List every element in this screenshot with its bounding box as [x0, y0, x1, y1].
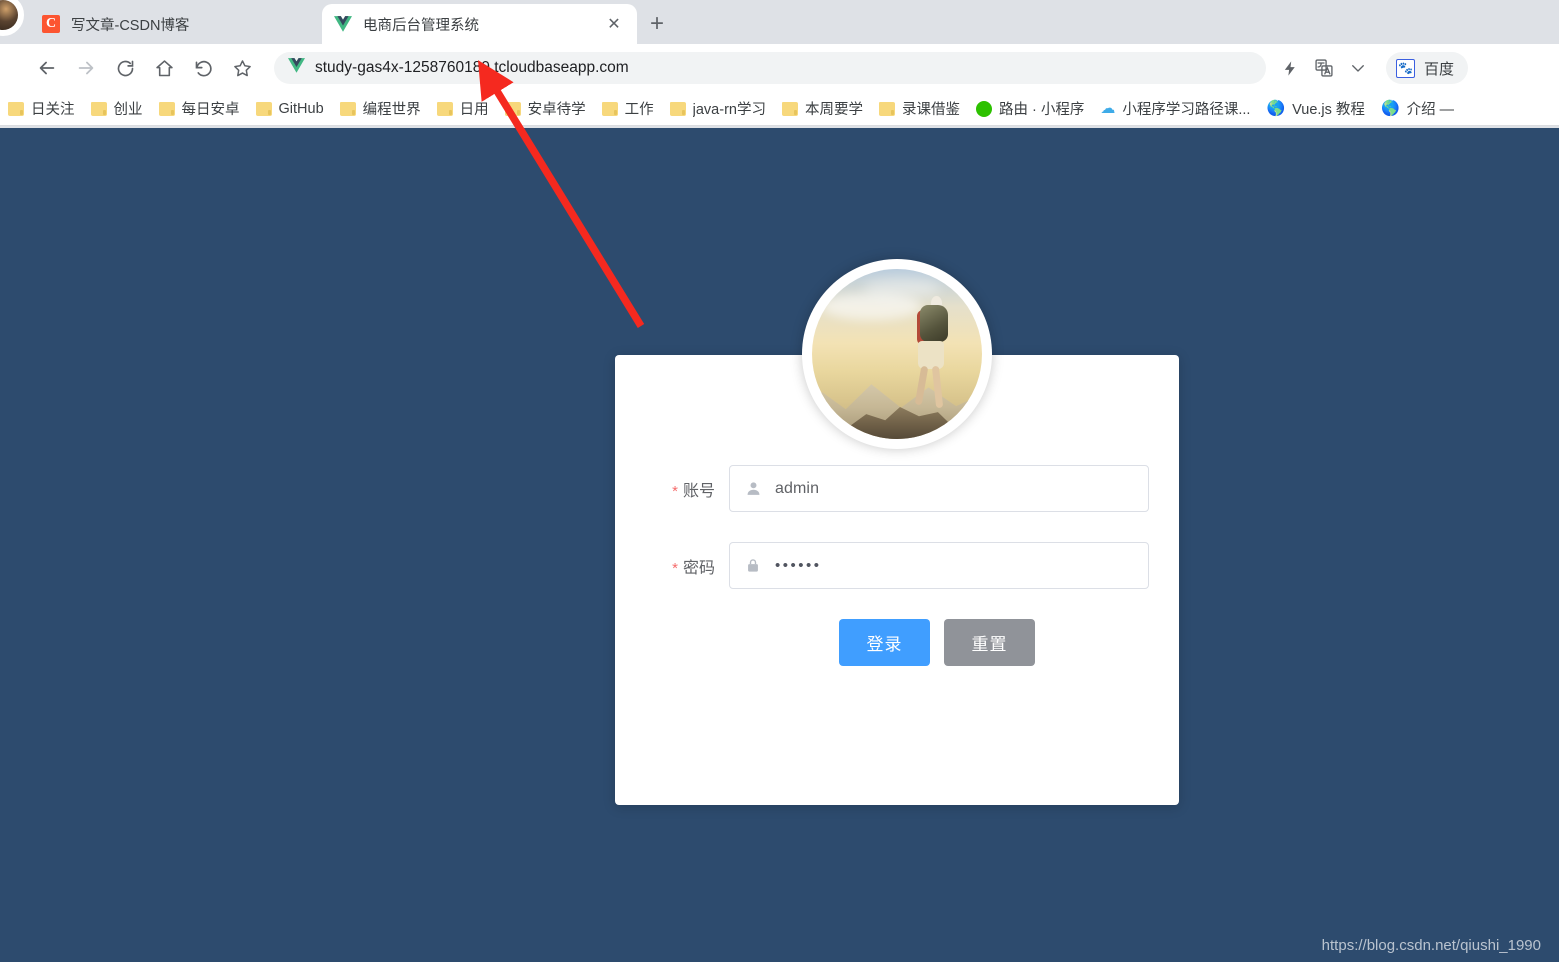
cloud-icon: ☁: [1100, 100, 1116, 117]
extension-label: 百度: [1424, 60, 1455, 78]
avatar: [802, 259, 992, 449]
close-icon[interactable]: ✕: [603, 13, 625, 35]
browser-toolbar: study-gas4x-1258760189.tcloudbaseapp.com: [0, 44, 1559, 92]
bookmark-label: 安卓待学: [527, 102, 586, 118]
bookmark-label: 介绍 —: [1406, 102, 1455, 118]
login-form: * 账号 admin * 密码 •••••• 登录 重置: [615, 465, 1179, 666]
form-actions: 登录 重置: [615, 619, 1149, 666]
bookmark-item[interactable]: 🌎 Vue.js 教程: [1258, 95, 1372, 123]
bookmark-item[interactable]: 路由 · 小程序: [968, 95, 1092, 123]
bookmark-label: 日用: [459, 102, 489, 118]
bookmark-item[interactable]: 安卓待学: [497, 95, 594, 123]
folder-icon: [8, 101, 24, 116]
password-label-text: 密码: [682, 559, 715, 577]
bookmark-item[interactable]: GitHub: [248, 95, 332, 123]
username-input[interactable]: admin: [729, 465, 1149, 512]
username-row: * 账号 admin: [615, 465, 1149, 512]
bookmark-item[interactable]: 创业: [83, 95, 151, 123]
browser-tab-admin-system[interactable]: 电商后台管理系统 ✕: [322, 4, 637, 44]
tab-strip: C 写文章-CSDN博客 电商后台管理系统 ✕ +: [0, 0, 1559, 44]
undo-icon[interactable]: [186, 51, 220, 85]
bookmark-item[interactable]: 工作: [594, 95, 662, 123]
required-mark: *: [672, 482, 678, 500]
bookmark-label: Vue.js 教程: [1292, 102, 1365, 118]
folder-icon: [255, 101, 272, 116]
page-content: * 账号 admin * 密码 •••••• 登录 重置 https://blo…: [0, 128, 1559, 962]
home-icon[interactable]: [147, 51, 181, 85]
folder-icon: [158, 101, 175, 116]
bookmark-item[interactable]: 编程世界: [332, 95, 429, 123]
wechat-icon: [975, 100, 992, 117]
bookmark-item[interactable]: 录课借鉴: [871, 95, 968, 123]
user-icon: [743, 479, 763, 499]
bookmark-item[interactable]: 本周要学: [774, 95, 871, 123]
bookmark-label: GitHub: [278, 100, 324, 117]
address-bar[interactable]: study-gas4x-1258760189.tcloudbaseapp.com: [274, 52, 1266, 84]
forward-arrow-icon[interactable]: [69, 51, 103, 85]
lightning-bolt-icon[interactable]: [1274, 52, 1306, 84]
username-label: * 账号: [637, 477, 729, 501]
bookmark-label: 小程序学习路径课...: [1122, 102, 1251, 118]
password-row: * 密码 ••••••: [615, 542, 1149, 589]
folder-icon: [436, 101, 453, 116]
profile-avatar[interactable]: [0, 0, 24, 36]
bookmark-label: 每日安卓: [181, 102, 240, 118]
vue-icon: [288, 58, 305, 78]
login-card: * 账号 admin * 密码 •••••• 登录 重置: [615, 259, 1179, 805]
folder-icon: [878, 101, 895, 116]
folder-icon: [601, 101, 618, 116]
login-button[interactable]: 登录: [839, 619, 930, 666]
lock-icon: [743, 556, 763, 576]
translate-icon[interactable]: [1308, 52, 1340, 84]
baidu-extension-button[interactable]: 🐾 百度: [1386, 52, 1469, 84]
password-input[interactable]: ••••••: [729, 542, 1149, 589]
folder-icon: [669, 101, 686, 116]
reload-icon[interactable]: [108, 51, 142, 85]
star-icon[interactable]: [225, 51, 259, 85]
bookmark-label: 创业: [113, 102, 143, 118]
globe-icon: 🌎: [1266, 100, 1286, 117]
bookmark-item[interactable]: java-rn学习: [662, 95, 774, 123]
bookmark-label: 录课借鉴: [901, 102, 960, 118]
bookmark-label: 日关注: [31, 102, 75, 118]
browser-tab-csdn[interactable]: C 写文章-CSDN博客: [30, 4, 320, 44]
folder-icon: [339, 101, 356, 116]
bookmark-label: 路由 · 小程序: [998, 102, 1085, 118]
bookmark-label: 工作: [624, 102, 654, 118]
folder-icon: [90, 101, 107, 116]
screen: C 写文章-CSDN博客 电商后台管理系统 ✕ + study-gas4x-12…: [0, 0, 1559, 962]
back-arrow-icon[interactable]: [30, 51, 64, 85]
bookmark-item[interactable]: ☁ 小程序学习路径课...: [1092, 95, 1258, 123]
bookmarks-bar: 日关注 创业 每日安卓 GitHub 编程世界 日用 安卓待学 工作 java-rn学习 本周要学…: [0, 92, 1559, 126]
bookmark-item[interactable]: 日关注: [0, 95, 83, 123]
username-label-text: 账号: [682, 482, 715, 500]
csdn-icon: C: [42, 15, 60, 33]
chevron-down-icon[interactable]: [1342, 52, 1374, 84]
folder-icon: [781, 101, 798, 116]
bookmark-label: 编程世界: [362, 102, 421, 118]
tab-title: 电商后台管理系统: [363, 17, 479, 34]
vue-icon: [334, 15, 352, 33]
folder-icon: [504, 101, 521, 116]
toolbar-actions: 🐾 百度: [1274, 52, 1482, 84]
tab-title: 写文章-CSDN博客: [71, 17, 190, 34]
watermark-text: https://blog.csdn.net/qiushi_1990: [1321, 937, 1541, 954]
required-mark: *: [672, 559, 678, 577]
password-value: ••••••: [775, 557, 822, 574]
hiker-mountain-photo: [812, 269, 982, 439]
baidu-paw-icon: 🐾: [1396, 58, 1415, 78]
browser-chrome: C 写文章-CSDN博客 电商后台管理系统 ✕ + study-gas4x-12…: [0, 0, 1559, 128]
profile-avatar-photo: [0, 0, 18, 30]
bookmark-item[interactable]: 每日安卓: [151, 95, 248, 123]
reset-button[interactable]: 重置: [944, 619, 1035, 666]
new-tab-button[interactable]: +: [642, 9, 672, 39]
bookmark-label: java-rn学习: [692, 102, 766, 118]
username-value: admin: [775, 479, 820, 497]
bookmark-label: 本周要学: [804, 102, 863, 118]
url-text: study-gas4x-1258760189.tcloudbaseapp.com: [315, 59, 629, 76]
password-label: * 密码: [637, 554, 729, 578]
bookmark-item[interactable]: 日用: [429, 95, 497, 123]
globe-icon: 🌎: [1380, 100, 1400, 117]
bookmark-item[interactable]: 🌎 介绍 —: [1373, 95, 1462, 123]
